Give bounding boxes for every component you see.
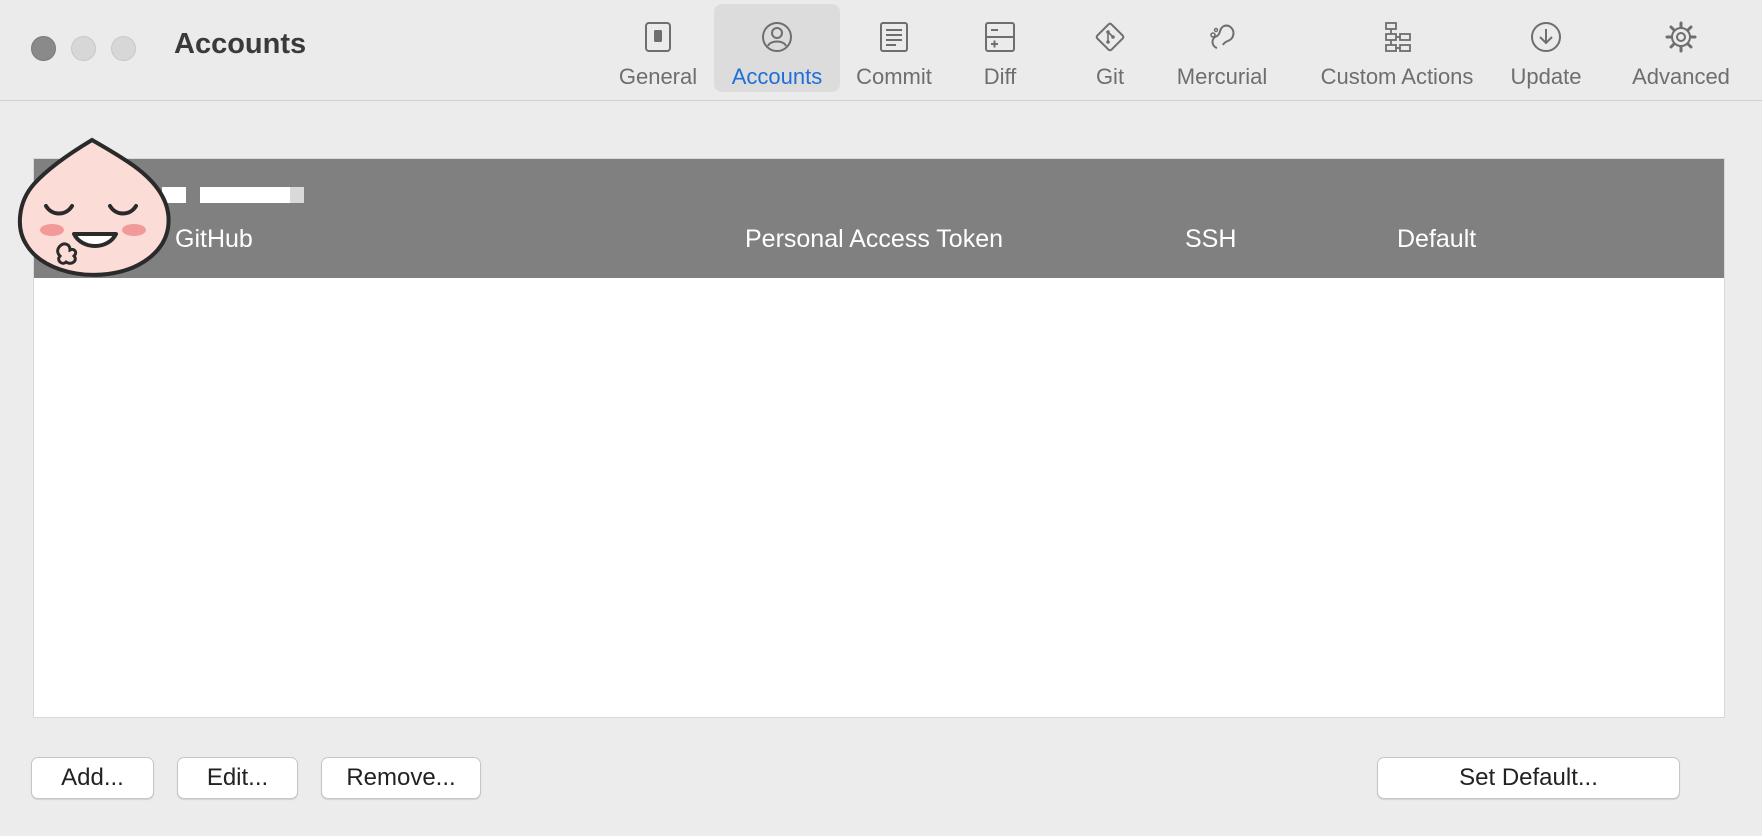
peach-sticker-image: [12, 136, 172, 281]
close-window-button[interactable]: [31, 36, 56, 61]
tab-label: Advanced: [1632, 64, 1730, 89]
remove-button[interactable]: Remove...: [321, 757, 481, 799]
minimize-window-button[interactable]: [71, 36, 96, 61]
gear-icon: [1664, 20, 1698, 54]
tab-update[interactable]: Update: [1500, 4, 1592, 92]
tab-label: Accounts: [731, 64, 823, 89]
switch-icon: [641, 20, 675, 54]
redacted-text: [200, 187, 290, 203]
tab-label: Mercurial: [1176, 64, 1268, 89]
edit-button[interactable]: Edit...: [177, 757, 298, 799]
redacted-text: [290, 187, 304, 203]
document-lines-icon: [877, 20, 911, 54]
column-header-default[interactable]: Default: [1397, 225, 1476, 254]
tab-label: Update: [1510, 64, 1582, 89]
tab-label: Custom Actions: [1320, 64, 1474, 89]
tab-git[interactable]: Git: [1068, 4, 1152, 92]
user-circle-icon: [760, 20, 794, 54]
tab-diff[interactable]: Diff: [958, 4, 1042, 92]
column-header-github[interactable]: GitHub: [175, 225, 253, 254]
toolbar: Accounts General Accounts Commit Diff Gi…: [0, 0, 1762, 101]
column-header-ssh[interactable]: SSH: [1185, 225, 1236, 254]
tab-custom-actions[interactable]: Custom Actions: [1306, 4, 1488, 92]
download-circle-icon: [1529, 20, 1563, 54]
tab-label: Commit: [856, 64, 932, 89]
tab-label: General: [618, 64, 698, 89]
column-header-personal-access-token[interactable]: Personal Access Token: [745, 225, 1003, 254]
window-title: Accounts: [174, 28, 307, 60]
tab-advanced[interactable]: Advanced: [1626, 4, 1736, 92]
tab-accounts[interactable]: Accounts: [714, 4, 840, 92]
tab-label: Git: [1095, 64, 1125, 89]
flowchart-icon: [1380, 20, 1414, 54]
tab-label: Diff: [983, 64, 1017, 89]
table-header: GitHub Personal Access Token SSH Default: [34, 159, 1724, 278]
mercurial-icon: [1205, 20, 1239, 54]
tab-commit[interactable]: Commit: [844, 4, 944, 92]
accounts-table[interactable]: GitHub Personal Access Token SSH Default: [33, 158, 1725, 718]
zoom-window-button[interactable]: [111, 36, 136, 61]
tab-mercurial[interactable]: Mercurial: [1172, 4, 1272, 92]
git-icon: [1093, 20, 1127, 54]
set-default-button[interactable]: Set Default...: [1377, 757, 1680, 799]
add-button[interactable]: Add...: [31, 757, 154, 799]
tab-general[interactable]: General: [606, 4, 710, 92]
diff-icon: [983, 20, 1017, 54]
preferences-window: Accounts General Accounts Commit Diff Gi…: [0, 0, 1762, 836]
